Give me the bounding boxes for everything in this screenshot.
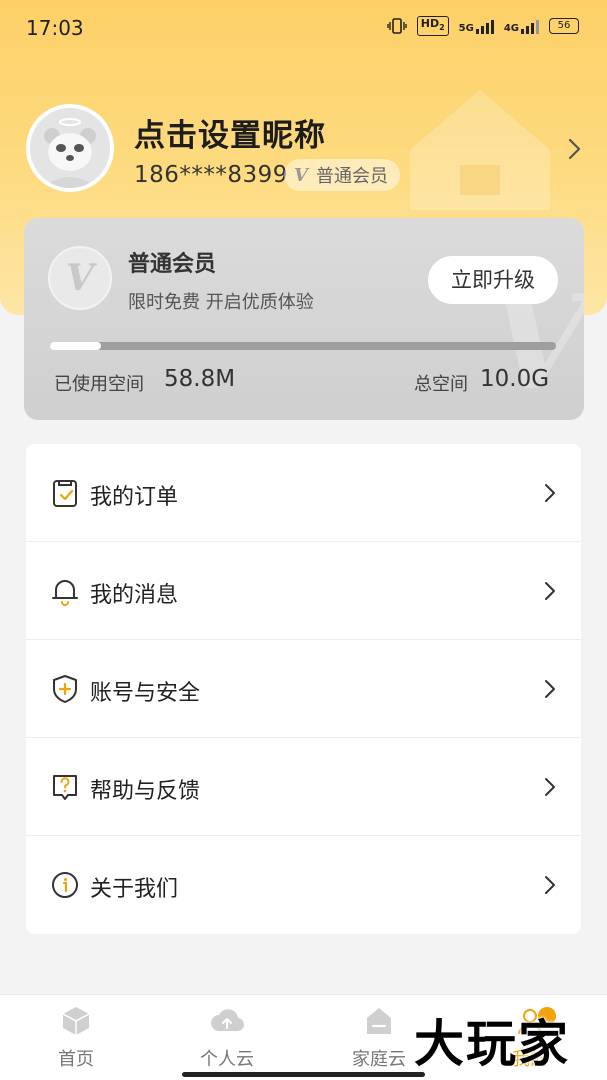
home-indicator[interactable] bbox=[182, 1072, 425, 1077]
order-icon bbox=[53, 480, 77, 507]
cube-icon bbox=[62, 1007, 90, 1035]
default-avatar-icon bbox=[30, 108, 110, 188]
vip-badge-icon: V bbox=[48, 246, 112, 310]
menu-label-messages: 我的消息 bbox=[90, 583, 179, 608]
phone-number: 186****8399 bbox=[134, 162, 288, 188]
upgrade-button[interactable]: 立即升级 bbox=[428, 256, 558, 304]
tab-personal-cloud[interactable]: 个人云 bbox=[167, 1003, 287, 1071]
membership-title: 普通会员 bbox=[128, 252, 217, 277]
battery-icon: 56 bbox=[549, 18, 579, 35]
shield-icon bbox=[53, 675, 77, 703]
settings-menu: 我的订单 我的消息 账号与安全 帮助与反馈 关于我们 bbox=[26, 444, 581, 934]
menu-item-messages[interactable]: 我的消息 bbox=[26, 542, 581, 640]
menu-label-about: 关于我们 bbox=[90, 877, 179, 902]
menu-label-security: 账号与安全 bbox=[90, 681, 201, 706]
member-level-label: 普通会员 bbox=[315, 166, 388, 187]
member-level-badge: V 普通会员 bbox=[284, 159, 400, 191]
bell-icon bbox=[52, 580, 78, 606]
menu-label-help: 帮助与反馈 bbox=[90, 779, 201, 804]
menu-item-security[interactable]: 账号与安全 bbox=[26, 640, 581, 738]
nickname-label[interactable]: 点击设置昵称 bbox=[134, 110, 326, 155]
vibrate-icon bbox=[387, 18, 407, 34]
menu-item-orders[interactable]: 我的订单 bbox=[26, 444, 581, 542]
chevron-right-icon bbox=[545, 582, 555, 600]
signal-4g-icon: 4G bbox=[504, 18, 539, 35]
avatar[interactable] bbox=[26, 104, 114, 192]
chevron-right-icon bbox=[545, 680, 555, 698]
membership-card[interactable]: V V 普通会员 限时免费 开启优质体验 立即升级 已使用空间 58.8M 总空… bbox=[24, 218, 584, 420]
status-icons: HD2 5G 4G 56 bbox=[387, 16, 579, 37]
home-cloud-icon bbox=[367, 1008, 391, 1034]
menu-label-orders: 我的订单 bbox=[90, 485, 179, 510]
profile-chevron-right-icon[interactable] bbox=[562, 134, 588, 164]
tab-label-personal-cloud: 个人云 bbox=[200, 1049, 254, 1070]
cloud-upload-icon bbox=[211, 1009, 245, 1032]
tab-label-home: 首页 bbox=[58, 1049, 94, 1070]
used-space-value: 58.8M bbox=[164, 366, 236, 392]
storage-progress-fill bbox=[50, 342, 101, 350]
status-bar: 17:03 HD2 5G 4G 56 bbox=[0, 0, 607, 56]
chevron-right-icon bbox=[545, 778, 555, 796]
brand-watermark: 大玩家 bbox=[414, 1015, 570, 1073]
hd-icon: HD2 bbox=[416, 16, 449, 37]
membership-subtitle: 限时免费 开启优质体验 bbox=[128, 292, 314, 313]
tab-home[interactable]: 首页 bbox=[16, 1003, 136, 1071]
storage-progress-bar bbox=[50, 342, 556, 350]
vip-v-icon: V bbox=[294, 164, 308, 186]
menu-item-about[interactable]: 关于我们 bbox=[26, 836, 581, 934]
menu-item-help[interactable]: 帮助与反馈 bbox=[26, 738, 581, 836]
chevron-right-icon bbox=[545, 876, 555, 894]
used-space-label: 已使用空间 bbox=[54, 374, 144, 395]
total-space-value: 10.0G bbox=[480, 366, 550, 392]
house-watermark-icon bbox=[410, 90, 550, 210]
total-space-label: 总空间 bbox=[414, 374, 468, 395]
chevron-right-icon bbox=[545, 484, 555, 502]
status-time: 17:03 bbox=[26, 16, 84, 40]
info-icon bbox=[52, 872, 78, 898]
help-icon bbox=[53, 775, 77, 800]
signal-5g-icon: 5G bbox=[459, 18, 494, 35]
